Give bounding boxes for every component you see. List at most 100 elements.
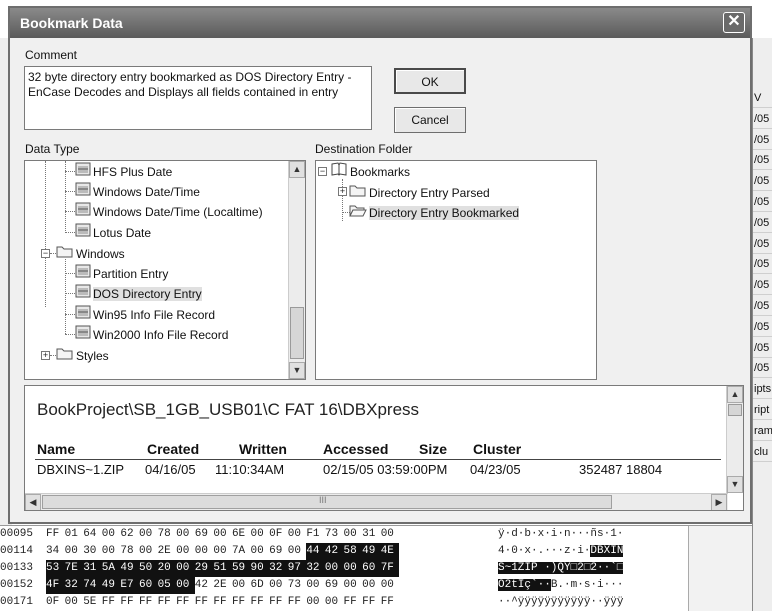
scroll-down-arrow[interactable]: ▼ xyxy=(727,476,743,493)
scroll-down-arrow[interactable]: ▼ xyxy=(289,362,305,379)
tree-item-directory-entry-parsed[interactable]: Directory Entry Parsed xyxy=(349,182,490,202)
hex-byte[interactable]: 01 xyxy=(65,526,84,543)
hex-byte[interactable]: FF xyxy=(195,594,214,611)
scroll-up-arrow[interactable]: ▲ xyxy=(727,386,743,403)
hex-byte[interactable]: 73 xyxy=(288,577,307,594)
hex-byte[interactable]: 49 xyxy=(120,560,139,577)
hex-byte[interactable]: 60 xyxy=(138,577,158,594)
hex-byte[interactable]: FF xyxy=(139,594,158,611)
tree-item-win2000-info-file-record[interactable]: Win2000 Info File Record xyxy=(75,324,228,344)
data-type-tree[interactable]: − + HFS Plus Date Windows Date/Time Wind… xyxy=(24,160,306,380)
hex-byte[interactable]: 00 xyxy=(251,526,270,543)
comment-textarea[interactable]: 32 byte directory entry bookmarked as DO… xyxy=(24,66,372,130)
hex-byte[interactable]: 7F xyxy=(380,560,400,577)
hex-byte[interactable]: 69 xyxy=(195,526,214,543)
hex-byte[interactable]: 32 xyxy=(306,560,325,577)
hex-byte[interactable]: 31 xyxy=(83,560,102,577)
hex-byte[interactable]: 62 xyxy=(120,526,139,543)
hex-byte[interactable]: 00 xyxy=(381,526,400,543)
destination-folder-tree[interactable]: − + Bookmarks Directory Entry Parsed Dir… xyxy=(315,160,597,380)
hex-byte[interactable]: 6D xyxy=(251,577,270,594)
hex-row[interactable]: 00152 4F 32 74 49 E7 60 05 00 42 2E 00 6D 00 73 00 69 00 0… xyxy=(0,577,752,594)
hex-byte[interactable]: 00 xyxy=(139,543,158,560)
hex-byte[interactable]: 00 xyxy=(362,577,381,594)
hex-byte[interactable]: FF xyxy=(213,594,232,611)
hex-byte[interactable]: 44 xyxy=(306,543,325,560)
hex-byte[interactable]: 00 xyxy=(139,526,158,543)
scroll-thumb[interactable]: III xyxy=(42,495,612,509)
details-horizontal-scrollbar[interactable]: ◀ III ▶ xyxy=(25,493,728,510)
close-button[interactable]: ✕ xyxy=(723,12,745,33)
hex-byte[interactable]: 00 xyxy=(325,594,344,611)
hex-byte[interactable]: 51 xyxy=(213,560,232,577)
tree-item-lotus-date[interactable]: Lotus Date xyxy=(75,222,151,242)
hex-byte[interactable]: 00 xyxy=(232,577,251,594)
hex-byte[interactable]: 30 xyxy=(83,543,102,560)
hex-byte[interactable]: 31 xyxy=(362,526,381,543)
data-type-scrollbar[interactable]: ▲ ▼ xyxy=(288,161,305,379)
hex-byte[interactable]: 00 xyxy=(381,577,400,594)
hex-byte[interactable]: 20 xyxy=(157,560,177,577)
hex-byte[interactable]: 29 xyxy=(194,560,214,577)
hex-byte[interactable]: 53 xyxy=(46,560,65,577)
hex-byte[interactable]: 00 xyxy=(288,543,307,560)
scroll-up-arrow[interactable]: ▲ xyxy=(289,161,305,178)
hex-row[interactable]: 00171 0F 00 5E FF FF FF FF FF FF FF FF FF FF FF 00 00 FF F… xyxy=(0,594,752,611)
styles-expand-toggle[interactable]: + xyxy=(41,351,50,360)
hex-byte[interactable]: 2E xyxy=(213,577,232,594)
tree-item-bookmarks[interactable]: Bookmarks xyxy=(330,161,410,181)
hex-byte[interactable]: FF xyxy=(381,594,400,611)
hex-byte[interactable]: 42 xyxy=(195,577,214,594)
hex-byte[interactable]: 00 xyxy=(176,543,195,560)
hex-byte[interactable]: 00 xyxy=(195,543,214,560)
hex-byte[interactable]: FF xyxy=(344,594,363,611)
hex-byte[interactable]: FF xyxy=(251,594,270,611)
hex-byte[interactable]: 64 xyxy=(83,526,102,543)
hex-byte[interactable]: 00 xyxy=(65,543,84,560)
hex-byte[interactable]: 00 xyxy=(213,526,232,543)
hex-byte[interactable]: 97 xyxy=(287,560,307,577)
details-vertical-scrollbar[interactable]: ▲ ▼ xyxy=(726,386,743,493)
hex-byte[interactable]: 0F xyxy=(46,594,65,611)
tree-item-directory-entry-bookmarked[interactable]: Directory Entry Bookmarked xyxy=(349,202,520,222)
hex-byte[interactable]: 90 xyxy=(250,560,270,577)
hex-byte[interactable]: 32 xyxy=(269,560,288,577)
hex-byte[interactable]: 5A xyxy=(101,560,121,577)
hex-byte[interactable]: 78 xyxy=(120,543,139,560)
hex-byte[interactable]: 05 xyxy=(157,577,177,594)
hex-byte[interactable]: 0F xyxy=(269,526,288,543)
hex-byte[interactable]: FF xyxy=(362,594,381,611)
directory-entry-parsed-expand-toggle[interactable]: + xyxy=(338,187,347,196)
hex-byte[interactable]: 00 xyxy=(213,543,232,560)
tree-item-win95-info-file-record[interactable]: Win95 Info File Record xyxy=(75,304,215,324)
hex-byte[interactable]: 00 xyxy=(102,543,121,560)
hex-byte[interactable]: 00 xyxy=(251,543,270,560)
hex-byte[interactable]: 00 xyxy=(269,577,288,594)
hex-byte[interactable]: 00 xyxy=(176,560,195,577)
hex-byte[interactable]: 4F xyxy=(46,577,65,594)
tree-item-dos-directory-entry[interactable]: DOS Directory Entry xyxy=(75,283,202,303)
hex-byte[interactable]: 00 xyxy=(176,577,195,594)
tree-item-windows-date-time[interactable]: Windows Date/Time xyxy=(75,181,200,201)
hex-byte[interactable]: 58 xyxy=(343,543,363,560)
bookmarks-collapse-toggle[interactable]: − xyxy=(318,167,327,176)
hex-byte[interactable]: 00 xyxy=(306,577,325,594)
hex-byte[interactable]: 5E xyxy=(83,594,102,611)
hex-byte[interactable]: 00 xyxy=(65,594,84,611)
hex-byte[interactable]: 00 xyxy=(288,526,307,543)
hex-row[interactable]: 00133 53 7E 31 5A 49 50 20 00 29 51 59 90 32 97 32 00 00 6… xyxy=(0,560,752,577)
hex-view[interactable]: 00095 FF 01 64 00 62 00 78 00 69 00 6E 00 0F 00 F1 73 00 3… xyxy=(0,525,752,611)
tree-item-styles-folder[interactable]: Styles xyxy=(56,345,109,365)
hex-byte[interactable]: 00 xyxy=(306,594,325,611)
tree-item-windows-date-time-localtime[interactable]: Windows Date/Time (Localtime) xyxy=(75,201,263,221)
hex-byte[interactable]: FF xyxy=(288,594,307,611)
hex-byte[interactable]: 34 xyxy=(46,543,65,560)
dialog-titlebar[interactable]: Bookmark Data ✕ xyxy=(10,8,750,38)
hex-byte[interactable]: 59 xyxy=(231,560,251,577)
scroll-left-arrow[interactable]: ◀ xyxy=(25,494,41,510)
scroll-thumb[interactable] xyxy=(728,404,742,416)
hex-byte[interactable]: E7 xyxy=(120,577,139,594)
hex-byte[interactable]: FF xyxy=(158,594,177,611)
tree-item-hfs-plus-date[interactable]: HFS Plus Date xyxy=(75,161,172,181)
hex-byte[interactable]: 73 xyxy=(325,526,344,543)
